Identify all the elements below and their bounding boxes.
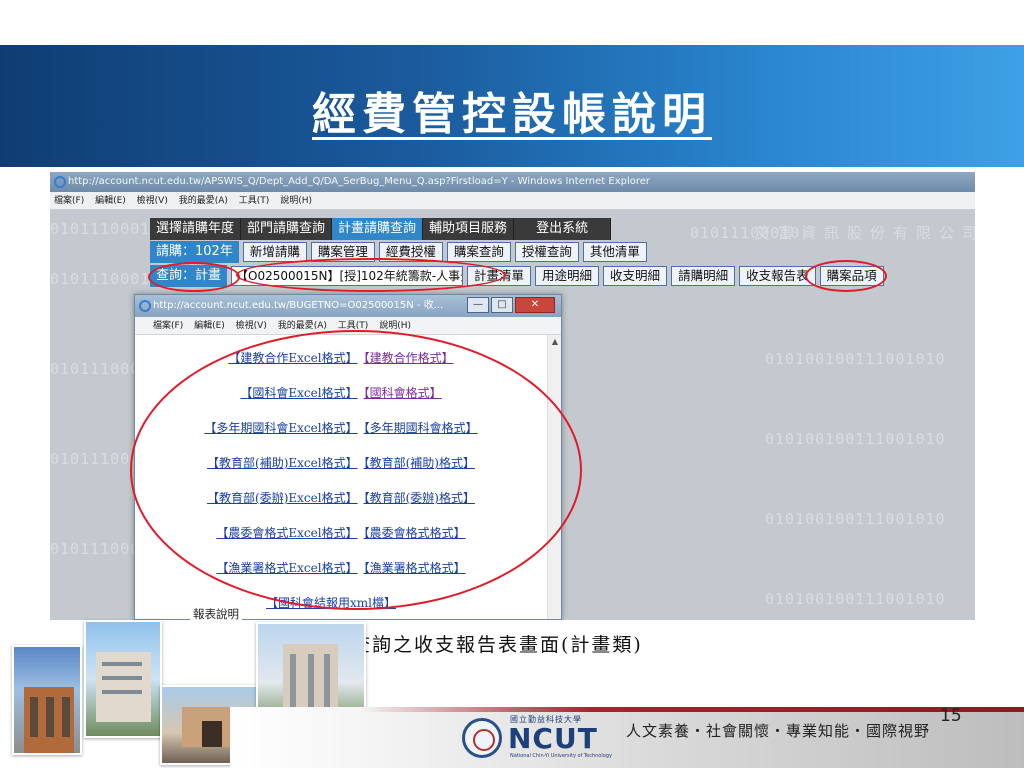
window-shape: [102, 662, 142, 666]
tab-aux-service[interactable]: 輔助項目服務: [423, 218, 515, 240]
slide-title: 經費管控設帳說明: [312, 89, 712, 140]
menu-help[interactable]: 說明(H): [379, 321, 411, 331]
tab-dept-query[interactable]: 部門請購查詢: [241, 218, 333, 240]
decor-binary: 010100100111001010: [765, 510, 946, 528]
footer-accent: [360, 707, 1024, 712]
window-shape: [290, 654, 296, 714]
campus-photo: [84, 620, 162, 738]
menu-tools[interactable]: 工具(T): [239, 196, 270, 206]
menu-edit[interactable]: 編輯(E): [95, 196, 126, 206]
logo-en-text: NCUT: [508, 722, 598, 755]
purchase-year-label: 請購：102年: [150, 241, 239, 263]
popup-title-text: http://account.ncut.edu.tw/BUGETNO=O0250…: [153, 300, 444, 311]
window-shape: [102, 676, 142, 680]
school-slogan: 人文素養・社會關懷・專業知能・國際視野: [626, 722, 931, 740]
window-shape: [324, 654, 330, 714]
menu-file[interactable]: 檔案(F): [153, 321, 183, 331]
window-shape: [308, 654, 314, 714]
browser-menu-bar: 檔案(F) 編輯(E) 檢視(V) 我的最愛(A) 工具(T) 說明(H): [50, 192, 975, 210]
decor-binary: 01011100010: [50, 220, 161, 238]
annotation-circle: [236, 258, 506, 292]
tab-select-year[interactable]: 選擇請購年度: [150, 218, 242, 240]
minimize-icon[interactable]: —: [467, 297, 489, 313]
tab-project-query[interactable]: 計畫請購查詢: [332, 218, 424, 240]
purchase-detail-button[interactable]: 請購明細: [671, 266, 736, 286]
menu-edit[interactable]: 編輯(E): [194, 321, 225, 331]
new-purchase-button[interactable]: 新增請購: [242, 242, 307, 262]
close-icon[interactable]: ✕: [515, 297, 555, 313]
app-tab-row: 選擇請購年度 部門請購查詢 計畫請購查詢 輔助項目服務 登出系統: [150, 218, 612, 240]
tab-logout[interactable]: 登出系統: [514, 218, 612, 240]
annotation-circle: [148, 262, 240, 292]
window-shape: [30, 697, 38, 737]
menu-file[interactable]: 檔案(F): [54, 196, 84, 206]
usage-detail-button[interactable]: 用途明細: [535, 266, 600, 286]
window-shape: [102, 690, 142, 694]
menu-favorites[interactable]: 我的最愛(A): [179, 196, 228, 206]
menu-help[interactable]: 說明(H): [280, 196, 312, 206]
annotation-circle: [805, 260, 887, 292]
income-expense-detail-button[interactable]: 收支明細: [603, 266, 668, 286]
campus-photo: [12, 645, 82, 755]
screenshot-panel: http://account.ncut.edu.tw/APSWIS_Q/Dept…: [50, 172, 975, 620]
report-note-legend: 報表說明: [190, 606, 242, 620]
ie-icon: [139, 300, 151, 312]
gate-shape: [202, 721, 222, 747]
decor-binary: 010100100111001010: [765, 350, 946, 368]
logo-sub-text: National Chin-Yi University of Technolog…: [510, 753, 612, 759]
decor-binary: 010100100111001010: [765, 430, 946, 448]
scroll-up-icon[interactable]: ▲: [548, 335, 562, 349]
window-controls: — □ ✕: [465, 297, 555, 313]
ie-icon: [54, 176, 66, 188]
window-shape: [46, 697, 54, 737]
purchase-query-button[interactable]: 購案查詢: [446, 242, 511, 262]
window-shape: [62, 697, 70, 737]
school-seal-icon: [462, 718, 502, 758]
page-number: 15: [940, 706, 962, 726]
annotation-circle: [130, 330, 582, 610]
maximize-icon[interactable]: □: [491, 297, 513, 313]
decor-binary: 01011100010: [50, 270, 161, 288]
other-list-button[interactable]: 其他清單: [582, 242, 647, 262]
menu-view[interactable]: 檢視(V): [137, 196, 168, 206]
company-watermark: 艾富資訊股份有限公司: [755, 224, 975, 242]
browser-title-bar: http://account.ncut.edu.tw/APSWIS_Q/Dept…: [50, 172, 975, 192]
menu-view[interactable]: 檢視(V): [236, 321, 267, 331]
browser-title-text: http://account.ncut.edu.tw/APSWIS_Q/Dept…: [68, 176, 651, 187]
authorize-query-button[interactable]: 授權查詢: [514, 242, 579, 262]
decor-binary: 010100100111001010: [765, 590, 946, 608]
popup-title-bar: http://account.ncut.edu.tw/BUGETNO=O0250…: [135, 295, 561, 317]
ncut-logo: 國立勤益科技大學 NCUT National Chin-Yi Universit…: [462, 712, 622, 762]
menu-favorites[interactable]: 我的最愛(A): [278, 321, 327, 331]
